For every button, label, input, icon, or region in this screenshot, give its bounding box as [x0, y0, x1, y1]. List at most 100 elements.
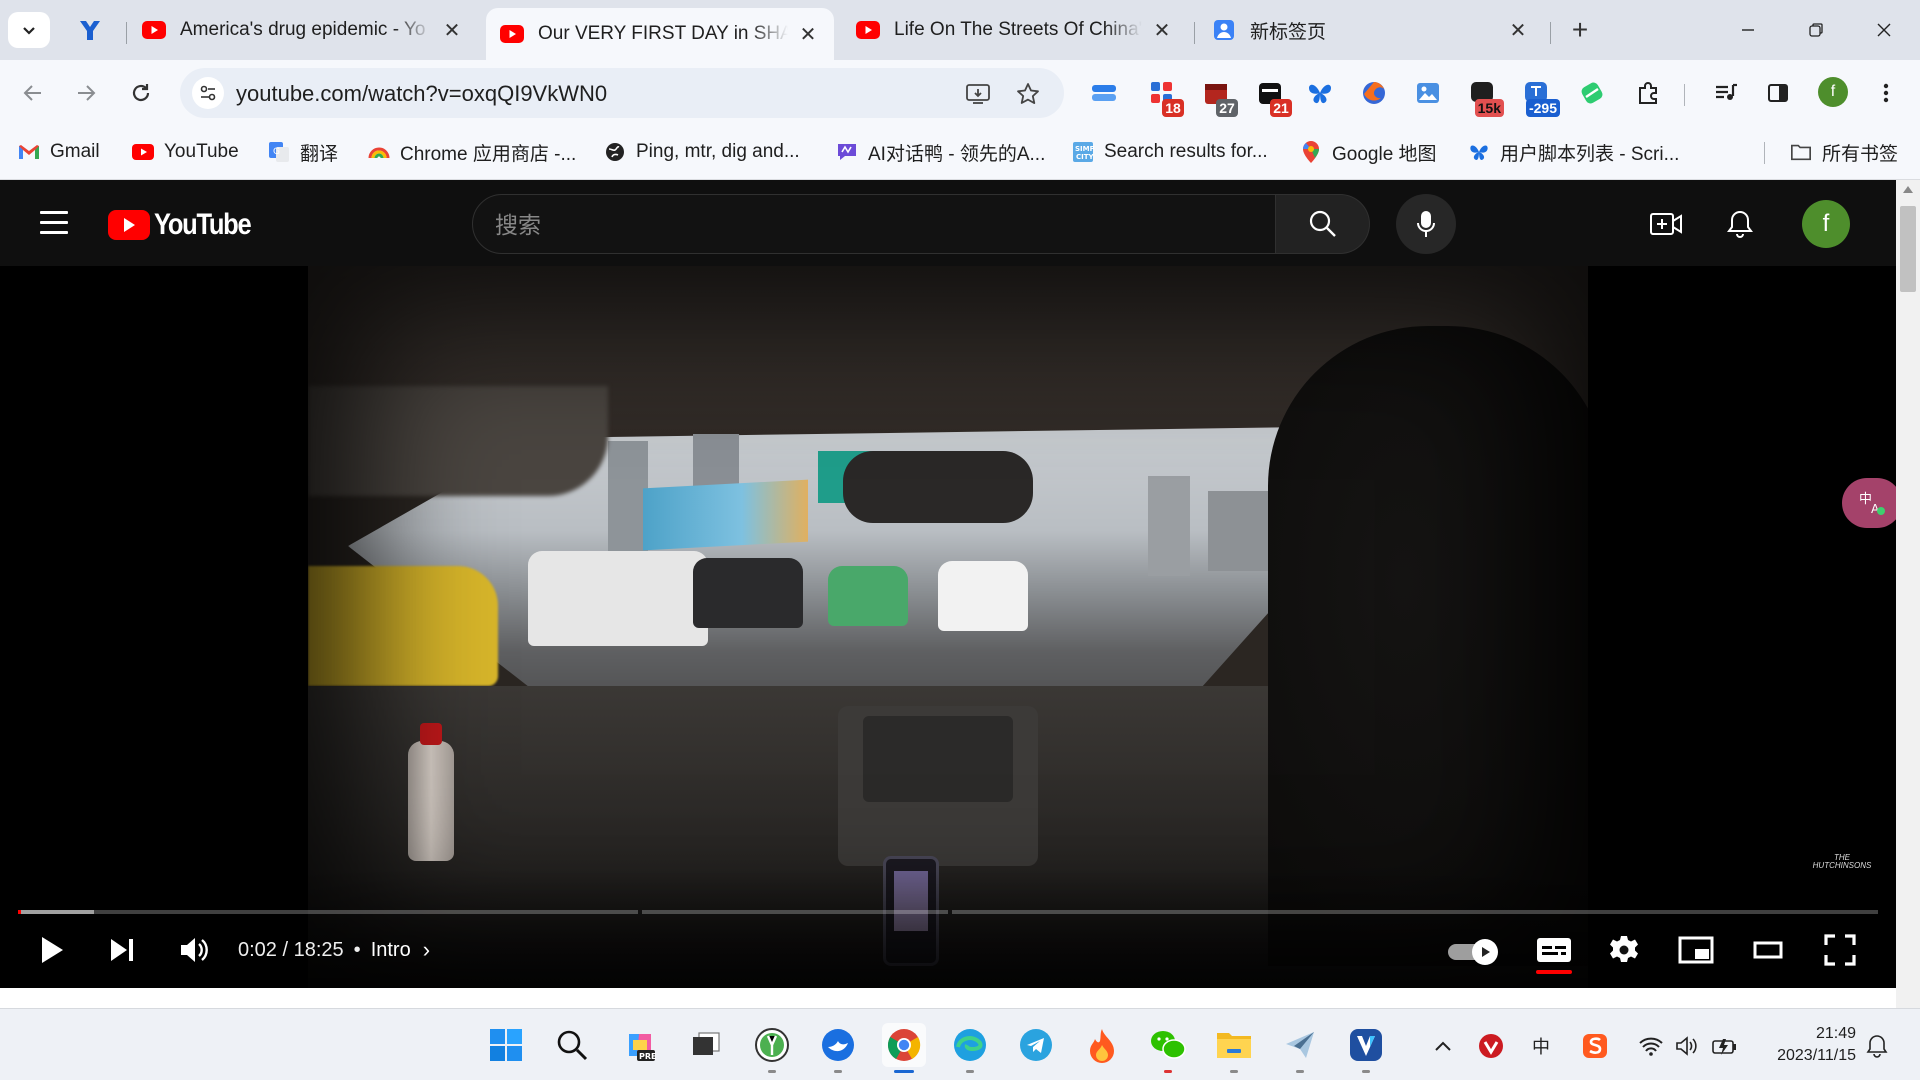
settings-button[interactable] [1600, 915, 1648, 985]
back-button[interactable] [12, 72, 54, 114]
profile-avatar[interactable]: f [1818, 77, 1848, 107]
bookmark-youtube[interactable]: YouTube [132, 138, 239, 166]
extension-15k-button[interactable]: 15k [1466, 77, 1504, 117]
extension-295-button[interactable]: -295 [1520, 77, 1560, 117]
restore-button[interactable] [1782, 8, 1850, 52]
tray-vivaldi-like[interactable] [1476, 1031, 1506, 1061]
progress-bar[interactable] [18, 910, 1878, 914]
extension-red-calendar-button[interactable]: 18 [1146, 77, 1184, 117]
bookmark-ping-mtr[interactable]: Ping, mtr, dig and... [604, 138, 800, 166]
scroll-up-arrow-icon[interactable] [1903, 186, 1913, 193]
extension-butterfly-button[interactable] [1304, 77, 1336, 109]
browser-menu-button[interactable] [1870, 77, 1902, 109]
bookmark-star-button[interactable] [1014, 80, 1042, 108]
taskbar-app-v[interactable] [1344, 1023, 1388, 1073]
theater-mode-button[interactable] [1744, 915, 1792, 985]
extension-green-button[interactable] [1576, 77, 1608, 109]
page-scrollbar[interactable] [1896, 180, 1920, 1008]
guide-menu-button[interactable] [34, 202, 74, 242]
tab-search-button[interactable] [8, 12, 50, 48]
translate-floating-button[interactable]: 中A [1842, 478, 1896, 528]
chapter-title-button[interactable]: Intro › [371, 937, 430, 963]
bookmark-search-results[interactable]: SIMP CITY Search results for... [1072, 138, 1268, 166]
tab-new-tab[interactable]: 新标签页 ✕ [1198, 10, 1544, 50]
play-button[interactable] [28, 915, 76, 985]
subtitles-button[interactable] [1530, 915, 1578, 985]
extension-firefox-like-button[interactable] [1358, 77, 1390, 109]
battery-button[interactable] [1710, 1031, 1740, 1061]
taskbar-app-green[interactable] [750, 1023, 794, 1073]
new-tab-button[interactable]: + [1562, 12, 1598, 48]
chapter-segment[interactable] [18, 910, 638, 914]
start-button[interactable] [484, 1023, 528, 1067]
account-avatar[interactable]: f [1802, 200, 1850, 248]
wifi-button[interactable] [1636, 1031, 1666, 1061]
install-app-button[interactable] [964, 80, 992, 108]
extension-grey-calendar-button[interactable]: 27 [1200, 77, 1238, 117]
close-tab-icon[interactable]: ✕ [1506, 18, 1530, 42]
search-box[interactable] [472, 194, 1276, 254]
url-text[interactable]: youtube.com/watch?v=oxqQI9VkWN0 [236, 81, 607, 107]
minimize-button[interactable] [1714, 8, 1782, 52]
bookmark-google-maps[interactable]: Google 地图 [1300, 138, 1437, 166]
ime-indicator[interactable]: 中 [1526, 1031, 1556, 1061]
autoplay-toggle[interactable] [1448, 939, 1504, 965]
extensions-menu-button[interactable] [1632, 77, 1664, 109]
voice-search-button[interactable] [1396, 194, 1456, 254]
volume-tray-button[interactable] [1672, 1031, 1702, 1061]
taskbar-search-button[interactable] [550, 1023, 594, 1067]
bookmark-ai-duck[interactable]: AI对话鸭 - 领先的A... [836, 138, 1045, 166]
close-tab-icon[interactable]: ✕ [1150, 18, 1174, 42]
search-button[interactable] [1276, 194, 1370, 254]
close-tab-icon[interactable]: ✕ [796, 22, 820, 46]
reload-icon [132, 84, 150, 102]
extension-cloud-button[interactable] [1088, 77, 1120, 109]
show-hidden-icons-button[interactable] [1428, 1031, 1458, 1061]
taskbar-fire-app[interactable] [1080, 1023, 1124, 1067]
notifications-center-button[interactable] [1862, 1031, 1892, 1061]
extension-image-button[interactable] [1412, 77, 1444, 109]
bookmark-user-scripts[interactable]: 用户脚本列表 - Scri... [1468, 138, 1679, 166]
taskbar-task-view[interactable] [684, 1023, 728, 1067]
site-info-button[interactable] [192, 77, 224, 109]
chapter-segment[interactable] [952, 910, 1878, 914]
miniplayer-button[interactable] [1672, 915, 1720, 985]
youtube-logo[interactable]: YouTube [108, 208, 267, 242]
fullscreen-button[interactable] [1816, 915, 1864, 985]
svg-text:G: G [273, 147, 280, 157]
tray-sogou[interactable] [1580, 1031, 1610, 1061]
tab-life-streets-china[interactable]: Life On The Streets Of China' ✕ [842, 10, 1188, 50]
all-bookmarks-button[interactable]: 所有书签 [1790, 138, 1898, 166]
taskbar-app-blue-bird[interactable] [816, 1023, 860, 1073]
reload-button[interactable] [120, 72, 162, 114]
media-controls-button[interactable] [1710, 77, 1742, 109]
create-button[interactable] [1646, 204, 1686, 244]
taskbar-app-paper-plane[interactable] [1278, 1023, 1322, 1073]
system-clock[interactable]: 21:49 2023/11/15 [1762, 1023, 1856, 1067]
close-tab-icon[interactable]: ✕ [440, 18, 464, 42]
forward-button[interactable] [65, 72, 107, 114]
tab-first-day-shanghai[interactable]: Our VERY FIRST DAY in SHAN ✕ [486, 8, 834, 60]
close-window-button[interactable] [1850, 8, 1918, 52]
notifications-button[interactable] [1720, 204, 1760, 244]
taskbar-copilot[interactable]: PRE [618, 1023, 662, 1067]
tab-america-drug-epidemic[interactable]: America's drug epidemic - Yo ✕ [128, 10, 478, 50]
taskbar-wechat[interactable] [1146, 1023, 1190, 1073]
pinned-tab[interactable] [70, 14, 110, 46]
scrollbar-thumb[interactable] [1900, 206, 1916, 292]
bookmark-chrome-webstore[interactable]: Chrome 应用商店 -... [368, 138, 576, 166]
search-input[interactable] [495, 209, 1235, 241]
bookmark-translate[interactable]: G 翻译 [268, 138, 338, 166]
taskbar-telegram[interactable] [1014, 1023, 1058, 1067]
address-bar[interactable]: youtube.com/watch?v=oxqQI9VkWN0 [180, 68, 1064, 118]
bookmark-gmail[interactable]: Gmail [18, 138, 100, 166]
video-player[interactable]: THE HUTCHINSONS 中A [0, 266, 1896, 988]
taskbar-edge[interactable] [948, 1023, 992, 1073]
taskbar-chrome[interactable] [882, 1023, 926, 1073]
chapter-segment[interactable] [642, 910, 948, 914]
extension-black-calendar-button[interactable]: 21 [1254, 77, 1292, 117]
next-button[interactable] [98, 915, 146, 985]
side-panel-button[interactable] [1762, 77, 1794, 109]
taskbar-file-explorer[interactable] [1212, 1023, 1256, 1073]
mute-button[interactable] [170, 915, 218, 985]
